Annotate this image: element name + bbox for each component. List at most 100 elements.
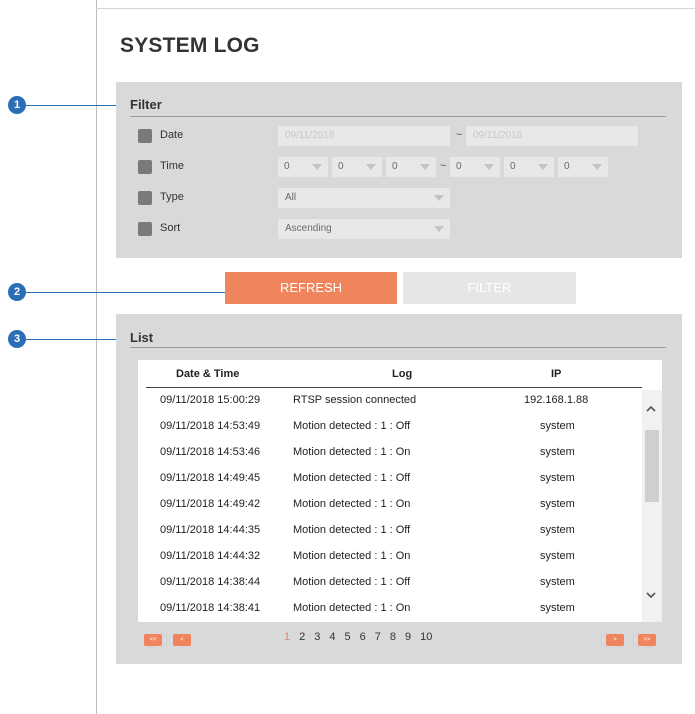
date-label: Date xyxy=(160,129,184,141)
time-from-second-value: 0 xyxy=(392,161,398,172)
page-numbers: 1 2 3 4 5 6 7 8 9 10 xyxy=(284,631,441,643)
row-ip: system xyxy=(540,524,575,536)
list-heading: List xyxy=(130,330,154,345)
log-table: Date & Time Log IP 09/11/2018 15:00:29 R… xyxy=(138,360,662,622)
triangle-down-icon xyxy=(434,195,444,201)
type-label: Type xyxy=(160,191,184,203)
table-row[interactable]: 09/11/2018 14:53:49 Motion detected : 1 … xyxy=(138,414,642,440)
time-to-second-select[interactable]: 0 xyxy=(558,157,608,177)
time-label: Time xyxy=(160,160,185,172)
time-checkbox[interactable] xyxy=(138,160,152,174)
row-datetime: 09/11/2018 14:38:44 xyxy=(160,576,261,588)
next-page-button[interactable]: > xyxy=(606,634,624,646)
table-row[interactable]: 09/11/2018 14:53:46 Motion detected : 1 … xyxy=(138,440,642,466)
row-log: Motion detected : 1 : On xyxy=(293,602,411,614)
page-link[interactable]: 7 xyxy=(375,631,381,643)
filter-row-time: Time 0 0 0 ~ 0 0 0 xyxy=(138,157,668,177)
callout-line-3 xyxy=(26,339,124,340)
row-ip: system xyxy=(540,576,575,588)
table-row[interactable]: 09/11/2018 14:49:45 Motion detected : 1 … xyxy=(138,466,642,492)
row-datetime: 09/11/2018 14:44:35 xyxy=(160,524,261,536)
date-to-input[interactable]: 09/11/2018 xyxy=(466,126,638,146)
table-row[interactable]: 09/11/2018 14:38:41 Motion detected : 1 … xyxy=(138,596,642,622)
page-link[interactable]: 2 xyxy=(299,631,305,643)
table-row[interactable]: 09/11/2018 15:00:29 RTSP session connect… xyxy=(138,388,642,414)
row-log: Motion detected : 1 : On xyxy=(293,498,411,510)
time-separator: ~ xyxy=(440,160,447,172)
time-from-minute-select[interactable]: 0 xyxy=(332,157,382,177)
row-datetime: 09/11/2018 14:53:46 xyxy=(160,446,261,458)
row-ip: system xyxy=(540,602,575,614)
column-header-ip: IP xyxy=(551,368,562,380)
row-log: Motion detected : 1 : Off xyxy=(293,472,411,484)
refresh-button[interactable]: REFRESH xyxy=(225,272,397,304)
triangle-down-icon xyxy=(366,164,376,170)
row-ip: system xyxy=(540,550,575,562)
filter-button[interactable]: FILTER xyxy=(403,272,576,304)
row-datetime: 09/11/2018 14:44:32 xyxy=(160,550,261,562)
row-datetime: 09/11/2018 14:49:42 xyxy=(160,498,261,510)
time-from-hour-select[interactable]: 0 xyxy=(278,157,328,177)
row-datetime: 09/11/2018 14:38:41 xyxy=(160,602,261,614)
sort-select[interactable]: Ascending xyxy=(278,219,450,239)
row-ip: 192.168.1.88 xyxy=(524,394,589,406)
filter-row-date: Date 09/11/2018 ~ 09/11/2018 xyxy=(138,126,668,146)
table-row[interactable]: 09/11/2018 14:44:32 Motion detected : 1 … xyxy=(138,544,642,570)
table-row[interactable]: 09/11/2018 14:49:42 Motion detected : 1 … xyxy=(138,492,642,518)
table-row[interactable]: 09/11/2018 14:38:44 Motion detected : 1 … xyxy=(138,570,642,596)
row-log: Motion detected : 1 : Off xyxy=(293,420,411,432)
sort-checkbox[interactable] xyxy=(138,222,152,236)
triangle-down-icon xyxy=(592,164,602,170)
page-link[interactable]: 1 xyxy=(284,631,290,643)
page-link[interactable]: 3 xyxy=(314,631,320,643)
type-checkbox[interactable] xyxy=(138,191,152,205)
row-log: Motion detected : 1 : Off xyxy=(293,576,411,588)
table-scrollbar[interactable] xyxy=(642,390,662,622)
table-row[interactable]: 09/11/2018 14:44:35 Motion detected : 1 … xyxy=(138,518,642,544)
time-to-hour-value: 0 xyxy=(456,161,462,172)
date-separator: ~ xyxy=(456,129,463,141)
page-link[interactable]: 9 xyxy=(405,631,411,643)
row-log: Motion detected : 1 : Off xyxy=(293,524,411,536)
filter-heading: Filter xyxy=(130,97,162,112)
first-page-button[interactable]: << xyxy=(144,634,162,646)
row-datetime: 09/11/2018 14:53:49 xyxy=(160,420,261,432)
time-from-minute-value: 0 xyxy=(338,161,344,172)
triangle-down-icon xyxy=(484,164,494,170)
triangle-down-icon xyxy=(434,226,444,232)
prev-page-button[interactable]: < xyxy=(173,634,191,646)
time-to-minute-select[interactable]: 0 xyxy=(504,157,554,177)
callout-line-1 xyxy=(26,105,124,106)
page-link[interactable]: 8 xyxy=(390,631,396,643)
last-page-button[interactable]: >> xyxy=(638,634,656,646)
chevron-down-icon[interactable] xyxy=(646,590,656,600)
page-link[interactable]: 4 xyxy=(329,631,335,643)
time-from-second-select[interactable]: 0 xyxy=(386,157,436,177)
filter-panel: Filter Date 09/11/2018 ~ 09/11/2018 Time… xyxy=(116,82,682,258)
date-from-input[interactable]: 09/11/2018 xyxy=(278,126,450,146)
callout-badge-3: 3 xyxy=(8,330,26,348)
row-log: Motion detected : 1 : On xyxy=(293,446,411,458)
callout-line-2 xyxy=(26,292,227,293)
page-link[interactable]: 6 xyxy=(360,631,366,643)
time-to-second-value: 0 xyxy=(564,161,570,172)
row-ip: system xyxy=(540,446,575,458)
page-top-border xyxy=(96,8,695,9)
time-from-hour-value: 0 xyxy=(284,161,290,172)
callout-badge-2: 2 xyxy=(8,283,26,301)
type-select[interactable]: All xyxy=(278,188,450,208)
chevron-up-icon[interactable] xyxy=(646,404,656,414)
row-log: RTSP session connected xyxy=(293,394,417,406)
scrollbar-thumb[interactable] xyxy=(645,430,659,502)
filter-heading-rule xyxy=(130,116,666,117)
column-header-datetime: Date & Time xyxy=(176,368,240,380)
row-datetime: 09/11/2018 14:49:45 xyxy=(160,472,261,484)
page-link[interactable]: 10 xyxy=(420,631,432,643)
page-link[interactable]: 5 xyxy=(345,631,351,643)
filter-row-type: Type All xyxy=(138,188,668,208)
page-title: SYSTEM LOG xyxy=(120,34,260,57)
date-checkbox[interactable] xyxy=(138,129,152,143)
row-datetime: 09/11/2018 15:00:29 xyxy=(160,394,261,406)
row-ip: system xyxy=(540,498,575,510)
time-to-hour-select[interactable]: 0 xyxy=(450,157,500,177)
